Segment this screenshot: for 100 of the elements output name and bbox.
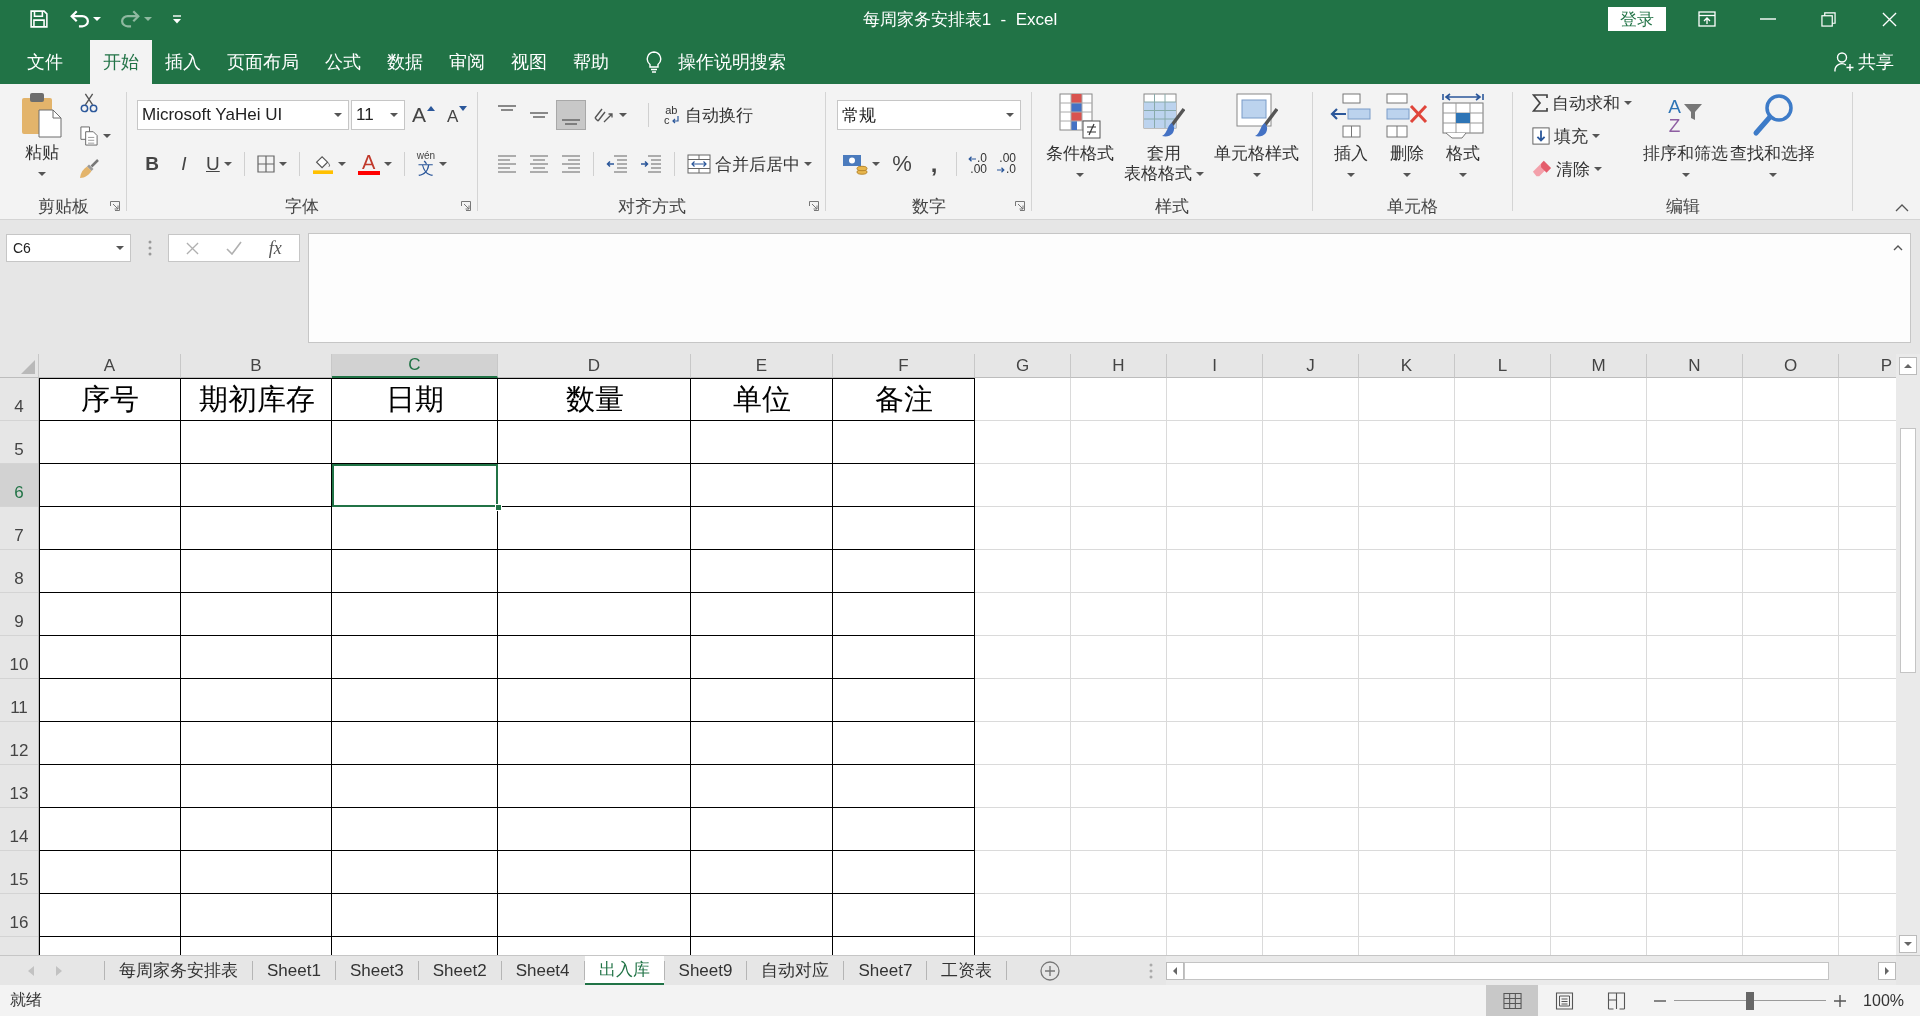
number-format-field[interactable]: 常规 xyxy=(837,100,1021,130)
dialog-launcher-icon[interactable] xyxy=(110,201,120,211)
format-cells-button[interactable]: 格式 xyxy=(1442,93,1484,177)
cancel-icon[interactable] xyxy=(186,241,200,255)
zoom-in-icon[interactable] xyxy=(1834,994,1847,1007)
sheet-tab[interactable]: Sheet2 xyxy=(418,956,501,985)
sheet-tab[interactable]: 自动对应 xyxy=(747,956,844,985)
row-header[interactable]: 13 xyxy=(0,765,38,808)
grow-font-button[interactable]: A xyxy=(407,100,440,130)
column-header[interactable]: C xyxy=(332,354,498,378)
ribbon-tab[interactable]: 视图 xyxy=(498,40,560,84)
customize-icon[interactable] xyxy=(172,14,182,24)
ribbon-tab[interactable]: 数据 xyxy=(374,40,436,84)
ribbon-tab[interactable]: 页面布局 xyxy=(214,40,312,84)
phonetic-button[interactable]: wén 文 xyxy=(411,149,453,179)
clear-button[interactable]: 清除 xyxy=(1527,154,1637,184)
sheet-tab[interactable]: Sheet1 xyxy=(253,956,335,985)
scroll-left-icon[interactable] xyxy=(1166,961,1184,980)
close-icon[interactable] xyxy=(1882,11,1897,27)
format-as-table-button[interactable]: 套用 表格格式 xyxy=(1124,93,1204,184)
zoom-out-icon[interactable] xyxy=(1654,999,1667,1002)
zoom-level[interactable]: 100% xyxy=(1863,991,1904,1010)
caret-icon xyxy=(872,162,880,166)
row-header[interactable]: 8 xyxy=(0,550,38,593)
underline-button[interactable]: U xyxy=(201,149,237,179)
caret-icon[interactable] xyxy=(144,17,152,21)
undo-icon[interactable] xyxy=(70,10,89,28)
restore-icon[interactable] xyxy=(1821,11,1836,27)
sheet-tab[interactable]: 每周家务安排表 xyxy=(105,956,252,985)
sheet-tab[interactable]: Sheet9 xyxy=(664,956,747,985)
zoom-slider-thumb[interactable] xyxy=(1746,991,1755,1010)
normal-view-button[interactable] xyxy=(1486,985,1539,1016)
insert-function-button[interactable]: fx xyxy=(268,237,282,259)
row-header[interactable]: 14 xyxy=(0,808,38,851)
ribbon-tab[interactable]: 文件 xyxy=(0,40,90,84)
sheet-tab[interactable]: 出入库 xyxy=(584,956,664,985)
font-name-field[interactable]: Microsoft YaHei UI xyxy=(137,100,349,130)
increase-decimal-button[interactable]: .0 .00 xyxy=(964,149,991,179)
scroll-down-icon[interactable] xyxy=(1899,935,1917,953)
ribbon-tab[interactable]: 插入 xyxy=(152,40,214,84)
sign-in-button[interactable]: 登录 xyxy=(1608,7,1666,31)
ribbon-tab[interactable]: 公式 xyxy=(312,40,374,84)
fill-button[interactable]: 填充 xyxy=(1527,121,1637,151)
row-header[interactable]: 6 xyxy=(0,464,38,507)
row-header[interactable]: 7 xyxy=(0,507,38,550)
sheet-tab[interactable]: Sheet3 xyxy=(335,956,418,985)
sheet-tab[interactable]: 工资表 xyxy=(927,956,1007,985)
font-color-button[interactable]: A xyxy=(352,149,397,179)
sheet-tab[interactable]: Sheet7 xyxy=(844,956,927,985)
merge-center-button[interactable]: 合并后居中 xyxy=(682,149,817,179)
conditional-format-button[interactable]: 条件格式 xyxy=(1046,93,1114,177)
scrollbar-thumb[interactable] xyxy=(1184,961,1830,980)
dialog-launcher-icon[interactable] xyxy=(1015,201,1025,211)
row-header[interactable]: 16 xyxy=(0,894,38,937)
grip-icon[interactable] xyxy=(1149,962,1153,979)
bold-button[interactable]: B xyxy=(137,149,167,179)
paste-button[interactable]: 粘贴 xyxy=(14,92,70,193)
cell-styles-button[interactable]: 单元格样式 xyxy=(1214,93,1299,177)
align-bottom-button[interactable] xyxy=(556,100,586,130)
collapse-ribbon-icon[interactable] xyxy=(1895,204,1909,212)
row-header[interactable]: 15 xyxy=(0,851,38,894)
tell-me-search[interactable]: 操作说明搜索 xyxy=(646,40,786,84)
caret-up-icon[interactable] xyxy=(1893,245,1903,251)
italic-button[interactable]: I xyxy=(169,149,199,179)
comma-style-button[interactable]: , xyxy=(919,149,949,179)
share-button[interactable]: 共享 xyxy=(1834,40,1894,84)
autosum-button[interactable]: 自动求和 xyxy=(1527,88,1637,118)
ribbon-tab[interactable]: 帮助 xyxy=(560,40,622,84)
save-icon[interactable] xyxy=(30,10,48,28)
insert-cells-button[interactable]: 插入 xyxy=(1330,93,1372,177)
row-header[interactable]: 12 xyxy=(0,722,38,765)
scrollbar-thumb[interactable] xyxy=(1900,428,1916,673)
redo-icon[interactable] xyxy=(121,10,140,28)
delete-cells-button[interactable]: 删除 xyxy=(1386,93,1428,177)
formula-input[interactable] xyxy=(308,233,1911,343)
add-sheet-icon[interactable] xyxy=(1040,960,1061,981)
font-size-field[interactable]: 11 xyxy=(351,100,405,130)
ribbon-display-icon[interactable] xyxy=(1697,11,1716,27)
row-header[interactable]: 11 xyxy=(0,679,38,722)
check-icon[interactable] xyxy=(226,241,242,255)
scroll-up-icon[interactable] xyxy=(1899,357,1917,375)
percent-button[interactable]: % xyxy=(887,149,917,179)
dialog-launcher-icon[interactable] xyxy=(809,201,819,211)
dialog-launcher-icon[interactable] xyxy=(461,201,471,211)
fill-handle-icon[interactable] xyxy=(495,504,502,511)
find-select-button[interactable]: 查找和选择 xyxy=(1730,93,1815,177)
sheet-tab[interactable]: Sheet4 xyxy=(501,956,584,985)
caret-icon xyxy=(1076,173,1084,177)
row-header[interactable]: 4 xyxy=(0,378,38,421)
ribbon-tab[interactable]: 开始 xyxy=(90,40,152,84)
caret-icon[interactable] xyxy=(93,17,101,21)
minimize-icon[interactable] xyxy=(1759,18,1776,20)
name-box[interactable]: C6 xyxy=(6,234,131,262)
scroll-right-icon[interactable] xyxy=(1878,961,1896,980)
shrink-font-button[interactable]: A xyxy=(442,100,473,130)
decrease-decimal-button[interactable]: .00 .0 xyxy=(993,149,1021,179)
row-header[interactable]: 9 xyxy=(0,593,38,636)
row-header[interactable]: 10 xyxy=(0,636,38,679)
ribbon-tab[interactable]: 审阅 xyxy=(436,40,498,84)
sort-filter-button[interactable]: A Z 排序和筛选 xyxy=(1643,93,1728,177)
